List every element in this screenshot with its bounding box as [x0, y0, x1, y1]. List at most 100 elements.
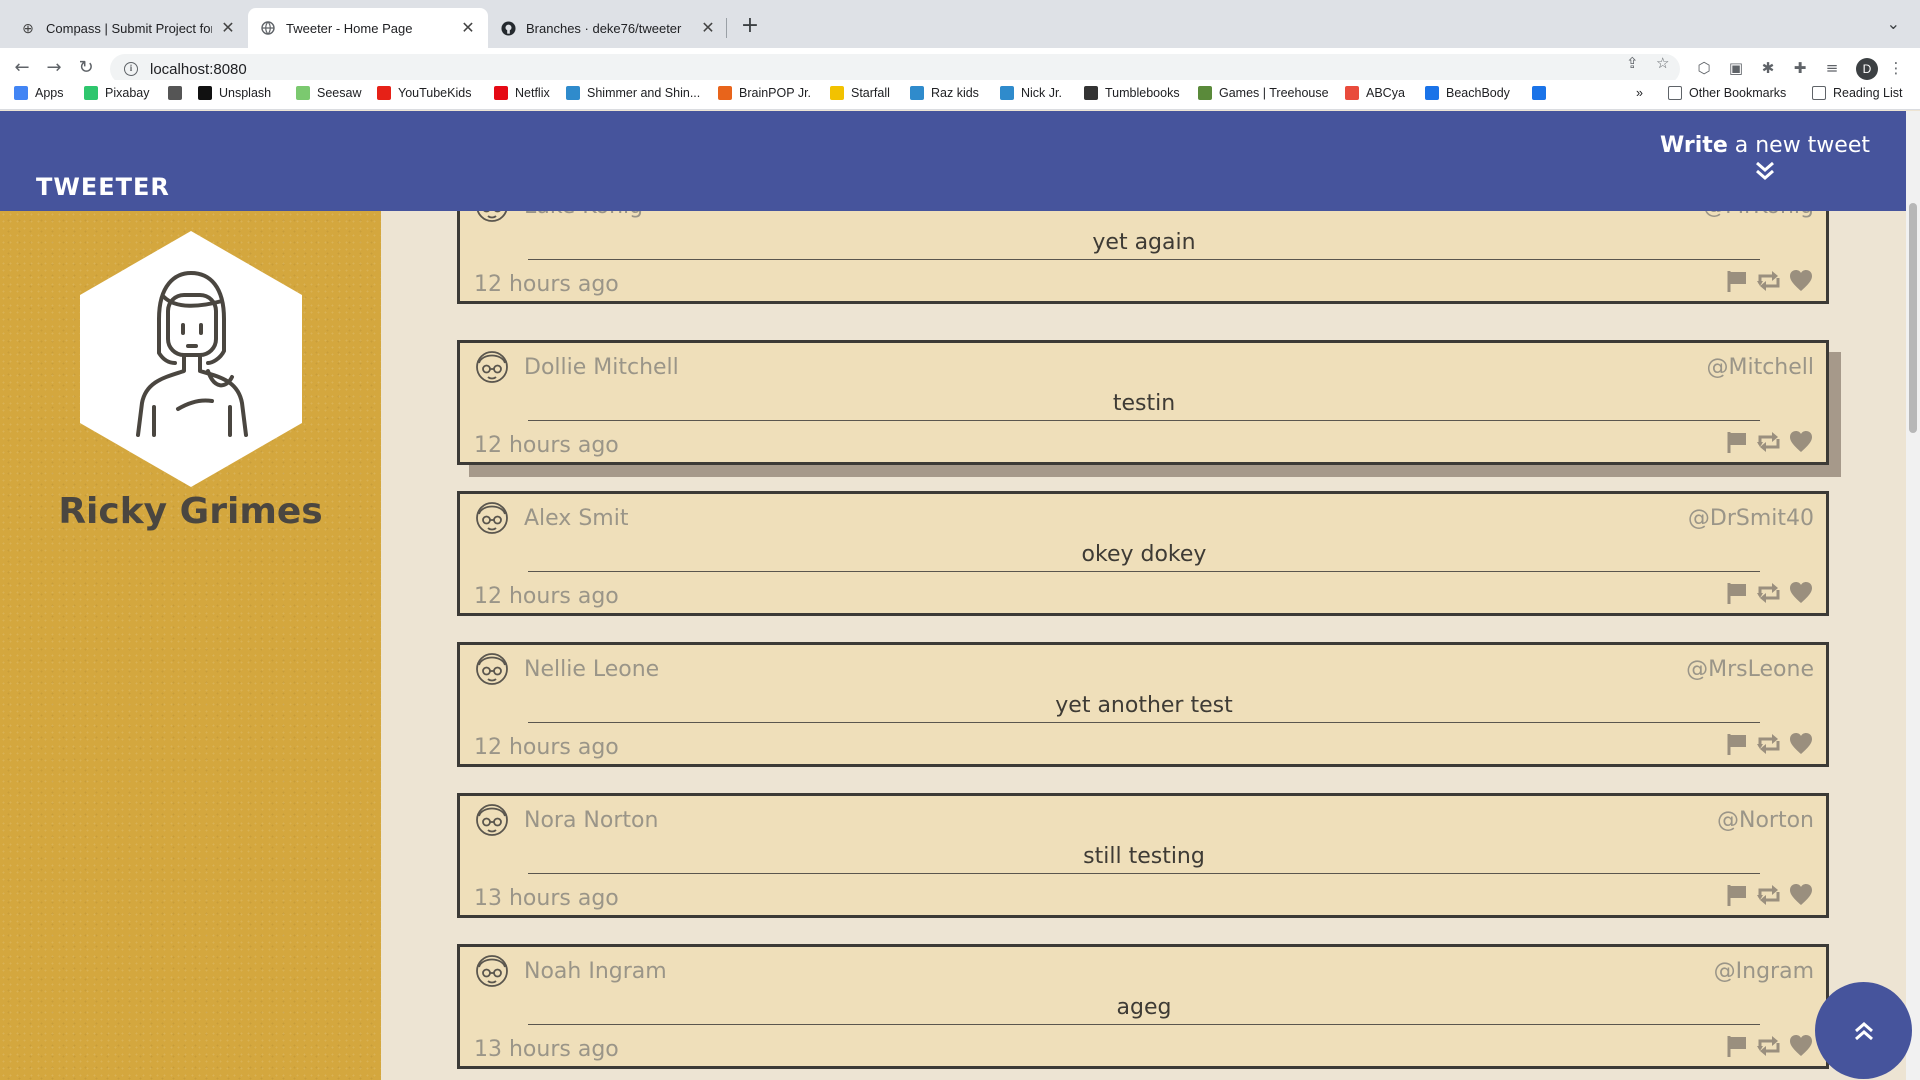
bookmark-item[interactable]: Nick Jr. [1000, 86, 1062, 100]
flag-icon[interactable] [1724, 1033, 1750, 1059]
tweet-content: yet again [528, 226, 1760, 260]
app-logo[interactable]: TWEETER [36, 173, 170, 201]
tweet-author-handle: @Mitchell [1706, 355, 1814, 380]
flag-icon[interactable] [1724, 580, 1750, 606]
close-icon[interactable]: ✕ [220, 18, 236, 38]
tweet-author-handle: @MrKonig [1703, 211, 1814, 219]
back-arrow-icon[interactable]: ← [10, 56, 34, 80]
heart-icon[interactable] [1788, 1033, 1814, 1059]
other-bookmarks-folder[interactable]: Other Bookmarks [1668, 86, 1786, 100]
tab-compass[interactable]: ⊕ Compass | Submit Project for E ✕ [8, 8, 248, 48]
flag-icon[interactable] [1724, 429, 1750, 455]
retweet-icon[interactable] [1756, 731, 1782, 757]
bookmark-item[interactable]: Raz kids [910, 86, 979, 100]
compose-text: a new tweet [1727, 133, 1870, 158]
heart-icon[interactable] [1788, 580, 1814, 606]
bookmark-item[interactable]: Shimmer and Shin... [566, 86, 700, 100]
bookmark-item[interactable]: Starfall [830, 86, 890, 100]
tweet-actions [1724, 580, 1814, 606]
bookmark-label: Starfall [851, 86, 890, 100]
tab-tweeter[interactable]: Tweeter - Home Page ✕ [248, 8, 488, 48]
bookmark-item[interactable]: Games | Treehouse [1198, 86, 1329, 100]
tweet-author-name: Nellie Leone [524, 657, 660, 682]
retweet-icon[interactable] [1756, 429, 1782, 455]
heart-icon[interactable] [1788, 731, 1814, 757]
heart-icon[interactable] [1788, 268, 1814, 294]
flag-icon[interactable] [1724, 731, 1750, 757]
new-tab-button[interactable]: + [736, 12, 764, 40]
bookmark-item[interactable] [1532, 86, 1553, 100]
retweet-icon[interactable] [1756, 1033, 1782, 1059]
share-icon[interactable]: ⇪ [1626, 54, 1639, 72]
tab-github-branches[interactable]: Branches · deke76/tweeter ✕ [488, 8, 728, 48]
tweet-card[interactable]: Nora Norton @Norton still testing 13 hours … [457, 793, 1829, 918]
tumblebooks-icon [1084, 86, 1098, 100]
close-icon[interactable]: ✕ [460, 18, 476, 38]
bookmark-item[interactable]: BrainPOP Jr. [718, 86, 811, 100]
extension-shield-icon[interactable]: ⬡ [1694, 58, 1714, 78]
forward-arrow-icon[interactable]: → [42, 56, 66, 80]
bookmark-item[interactable]: Tumblebooks [1084, 86, 1180, 100]
tweet-author-handle: @Ingram [1713, 959, 1814, 984]
bookmark-item[interactable]: Unsplash [198, 86, 271, 100]
tweet-content: testin [528, 387, 1760, 421]
tweet-author-name: Alex Smit [524, 506, 629, 531]
bookmark-item[interactable]: Netflix [494, 86, 550, 100]
profile-sidebar: Ricky Grimes [0, 211, 381, 1080]
reading-list-label: Reading List [1833, 86, 1903, 100]
bookmarks-overflow-icon[interactable]: » [1636, 86, 1643, 100]
profile-avatar[interactable]: D [1856, 58, 1878, 80]
bookmark-item[interactable]: Apps [14, 86, 64, 100]
other-bookmarks-label: Other Bookmarks [1689, 86, 1787, 100]
bookmark-item[interactable]: Seesaw [296, 86, 361, 100]
tab-search-chevron-icon[interactable]: ⌄ [1887, 14, 1900, 33]
tweet-author-name: Luke Konig [524, 211, 643, 219]
bookmark-item[interactable]: BeachBody [1425, 86, 1510, 100]
tab-divider [726, 18, 727, 38]
media-control-icon[interactable]: ≡ [1822, 58, 1842, 78]
user-avatar-icon [474, 500, 510, 540]
browser-tab-strip: ⊕ Compass | Submit Project for E ✕ Tweet… [0, 0, 1920, 48]
heart-icon[interactable] [1788, 882, 1814, 908]
double-chevron-down-icon [1756, 161, 1775, 180]
tweet-card[interactable]: Noah Ingram @Ingram ageg 13 hours ago [457, 944, 1829, 1069]
site-info-icon[interactable]: i [124, 62, 138, 76]
globe-icon [260, 20, 276, 36]
write-new-tweet-button[interactable]: Write a new tweet [1660, 133, 1870, 182]
heart-icon[interactable] [1788, 429, 1814, 455]
tweet-card[interactable]: Luke Konig @MrKonig yet again 12 hours ago [457, 211, 1829, 304]
extensions-puzzle-icon[interactable]: ✚ [1790, 58, 1810, 78]
flag-icon[interactable] [1724, 268, 1750, 294]
reading-list-button[interactable]: Reading List [1812, 86, 1903, 100]
bookmark-item[interactable] [168, 86, 189, 100]
reload-icon[interactable]: ↻ [74, 56, 98, 80]
bookmark-label: Unsplash [219, 86, 272, 100]
bookmark-label: BeachBody [1446, 86, 1510, 100]
flag-icon[interactable] [1724, 882, 1750, 908]
bookmark-label: Nick Jr. [1021, 86, 1062, 100]
scrollbar-thumb[interactable] [1909, 203, 1917, 433]
bookmark-item[interactable]: Pixabay [84, 86, 149, 100]
page-scrollbar[interactable] [1906, 111, 1920, 1080]
tweet-card[interactable]: Alex Smit @DrSmit40 okey dokey 12 hours ago [457, 491, 1829, 616]
retweet-icon[interactable] [1756, 882, 1782, 908]
brainpop-icon [718, 86, 732, 100]
folder-icon [1668, 86, 1682, 100]
scroll-to-top-button[interactable] [1815, 982, 1912, 1079]
extension-puzzle-app-icon[interactable]: ✱ [1758, 58, 1778, 78]
browser-menu-icon[interactable]: ⋮ [1886, 58, 1906, 78]
seesaw-icon [296, 86, 310, 100]
close-icon[interactable]: ✕ [700, 18, 716, 38]
bookmark-label: Games | Treehouse [1219, 86, 1329, 100]
compass-icon: ⊕ [22, 19, 34, 36]
retweet-icon[interactable] [1756, 580, 1782, 606]
tweet-content: okey dokey [528, 538, 1760, 572]
bookmark-item[interactable]: ABCya [1345, 86, 1405, 100]
bookmark-label: BrainPOP Jr. [739, 86, 812, 100]
retweet-icon[interactable] [1756, 268, 1782, 294]
tweet-card[interactable]: Nellie Leone @MrsLeone yet another test 12 … [457, 642, 1829, 767]
bookmark-item[interactable]: YouTubeKids [377, 86, 471, 100]
bookmark-star-icon[interactable]: ☆ [1656, 54, 1669, 72]
tweet-card[interactable]: Dollie Mitchell @Mitchell testin 12 hours a… [457, 340, 1829, 465]
extension-grammar-icon[interactable]: ▣ [1726, 58, 1746, 78]
